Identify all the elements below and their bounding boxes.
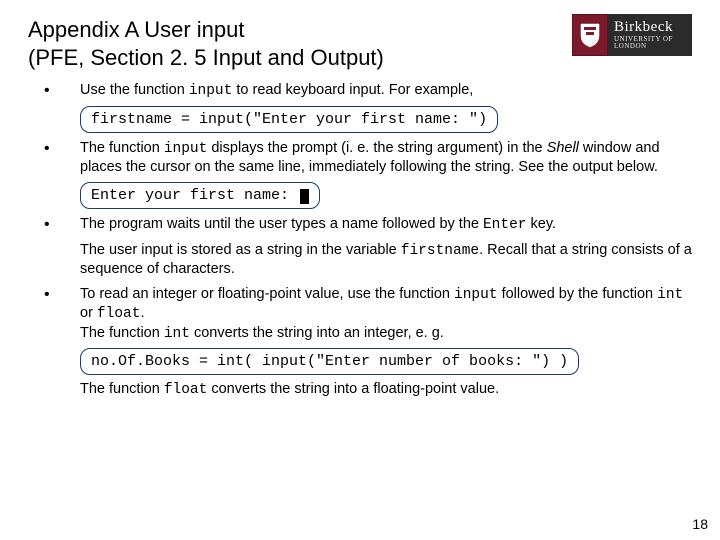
code-box-2: Enter your first name: (80, 182, 320, 209)
logo-text: Birkbeck (614, 20, 692, 36)
slide: Birkbeck UNIVERSITY OF LONDON Appendix A… (0, 0, 720, 540)
inline-code: Enter (483, 217, 527, 233)
inline-code: int (657, 287, 683, 303)
inline-code: float (97, 306, 141, 322)
paragraph-4: The user input is stored as a string in … (36, 241, 692, 279)
crest-icon (572, 14, 608, 56)
birkbeck-logo: Birkbeck UNIVERSITY OF LONDON (572, 14, 692, 56)
text: The program waits until the user types a… (80, 216, 483, 232)
code-text: Enter your first name: (91, 187, 298, 204)
inline-code: input (164, 141, 208, 157)
inline-code: int (164, 326, 190, 342)
text: Use the function (80, 82, 189, 98)
inline-code: input (454, 287, 498, 303)
text: to read keyboard input. For example, (232, 82, 473, 98)
text: To read an integer or floating-point val… (80, 286, 454, 302)
title-line-2: (PFE, Section 2. 5 Input and Output) (28, 45, 384, 70)
text: or (80, 305, 97, 321)
text: The user input is stored as a string in … (80, 242, 401, 258)
bullet-1: Use the function input to read keyboard … (36, 81, 692, 133)
code-box-3: no.Of.Books = int( input("Enter number o… (80, 348, 579, 375)
cursor-icon (300, 189, 309, 204)
title-line-1: Appendix A User input (28, 17, 244, 42)
page-number: 18 (692, 516, 708, 532)
text: displays the prompt (i. e. the string ar… (207, 140, 546, 156)
logo-subtext: UNIVERSITY OF LONDON (614, 36, 692, 51)
code-box-1: firstname = input("Enter your first name… (80, 106, 498, 133)
text: converts the string into a floating-poin… (207, 381, 499, 397)
italic-text: Shell (547, 140, 579, 156)
bullet-2: The function input displays the prompt (… (36, 139, 692, 209)
slide-body: Use the function input to read keyboard … (28, 81, 692, 400)
text: . (140, 305, 144, 321)
text: The function (80, 381, 164, 397)
inline-code: firstname (401, 243, 479, 259)
text: key. (527, 216, 557, 232)
bullet-5: To read an integer or floating-point val… (36, 285, 692, 400)
bullet-3: The program waits until the user types a… (36, 215, 692, 235)
text: The function (80, 325, 164, 341)
text: followed by the function (498, 286, 658, 302)
inline-code: input (189, 83, 233, 99)
text: converts the string into an integer, e. … (190, 325, 444, 341)
inline-code: float (164, 382, 208, 398)
text: The function (80, 140, 164, 156)
